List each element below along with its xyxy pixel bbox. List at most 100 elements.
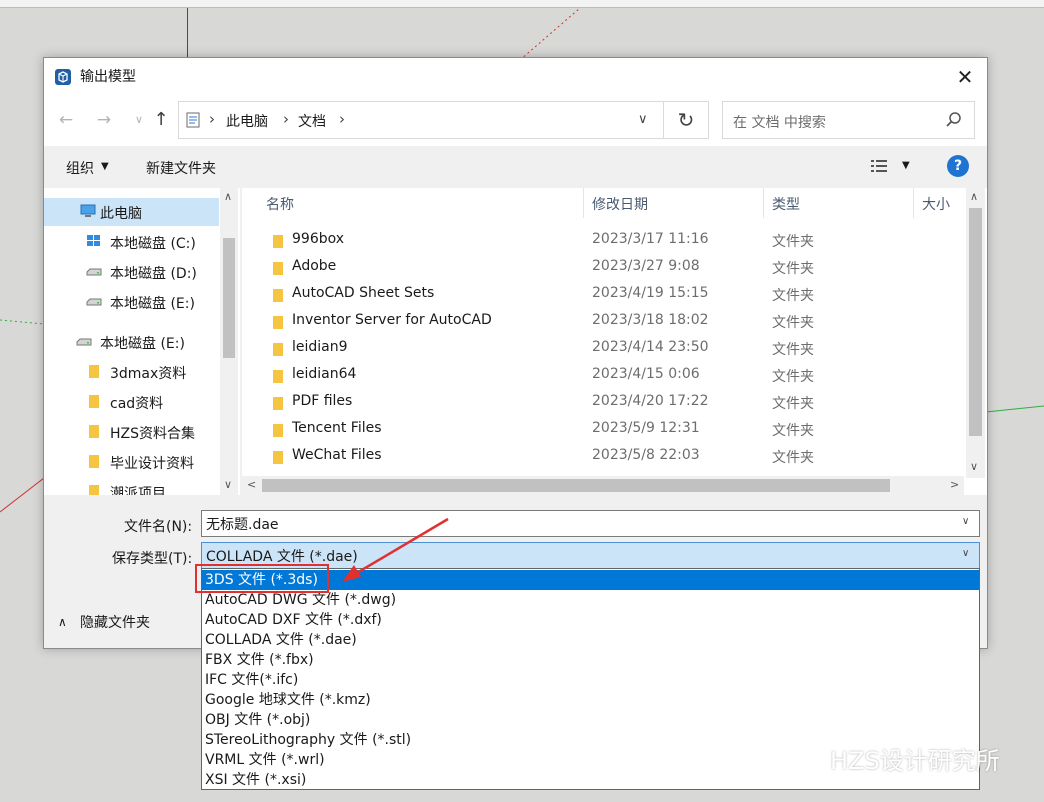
scroll-thumb[interactable] (223, 238, 235, 358)
file-date: 2023/5/9 12:31 (592, 420, 700, 436)
column-header-type[interactable]: 类型 (772, 194, 800, 214)
file-type: 文件夹 (772, 396, 814, 412)
nav-item-label: 本地磁盘 (E:) (110, 296, 195, 312)
nav-item-folder[interactable]: cad资料 (44, 388, 219, 416)
file-row[interactable]: Adobe 2023/3/27 9:08 文件夹 (242, 255, 962, 282)
new-folder-button[interactable]: 新建文件夹 (146, 158, 216, 178)
file-name: WeChat Files (292, 447, 382, 463)
filename-label: 文件名(N): (124, 519, 193, 535)
scroll-thumb[interactable] (969, 208, 982, 436)
red-axis-line (0, 477, 44, 513)
file-row[interactable]: Tencent Files 2023/5/9 12:31 文件夹 (242, 417, 962, 444)
file-date: 2023/4/19 15:15 (592, 285, 709, 301)
app-top-bar (0, 0, 1044, 8)
up-button[interactable]: ↑ (151, 110, 171, 130)
file-row[interactable]: AutoCAD Sheet Sets 2023/4/19 15:15 文件夹 (242, 282, 962, 309)
nav-item-drive-e[interactable]: 本地磁盘 (E:) (44, 288, 219, 316)
file-row[interactable]: leidian64 2023/4/15 0:06 文件夹 (242, 363, 962, 390)
sort-caret-icon: ^ (416, 188, 424, 193)
savetype-label: 保存类型(T): (112, 551, 193, 567)
close-button[interactable]: ✕ (949, 62, 981, 92)
file-name: AutoCAD Sheet Sets (292, 285, 435, 301)
hide-folders-button[interactable]: 隐藏文件夹 (80, 612, 150, 632)
refresh-button[interactable]: ↻ (664, 101, 709, 139)
chevron-down-icon[interactable]: ∨ (962, 516, 969, 527)
scroll-down-icon[interactable]: ∨ (970, 460, 978, 473)
file-row[interactable]: Inventor Server for AutoCAD 2023/3/18 18… (242, 309, 962, 336)
file-type: 文件夹 (772, 261, 814, 277)
option-ifc[interactable]: IFC 文件(*.ifc) (202, 670, 979, 690)
file-row[interactable]: leidian9 2023/4/14 23:50 文件夹 (242, 336, 962, 363)
navigation-bar: ← → ∨ ↑ › 此电脑 › 文档 › ∨ ↻ 在 文档 中搜索 (44, 94, 987, 146)
file-name: Inventor Server for AutoCAD (292, 312, 492, 328)
file-row[interactable]: WeChat Files 2023/5/8 22:03 文件夹 (242, 444, 962, 471)
breadcrumb-this-pc[interactable]: 此电脑 (226, 111, 268, 131)
file-date: 2023/3/17 11:16 (592, 231, 709, 247)
address-bar[interactable]: › 此电脑 › 文档 › ∨ (178, 101, 664, 139)
scroll-up-icon[interactable]: ∧ (970, 190, 978, 203)
column-divider[interactable] (913, 188, 914, 218)
folder-icon (273, 424, 283, 437)
file-name: Tencent Files (292, 420, 382, 436)
file-type: 文件夹 (772, 234, 814, 250)
scroll-thumb[interactable] (262, 479, 890, 492)
annotation-highlight-box (195, 564, 329, 593)
column-header-date[interactable]: 修改日期 (592, 194, 648, 214)
command-toolbar: 组织 ▼ 新建文件夹 ▼ ? (44, 146, 987, 188)
option-fbx[interactable]: FBX 文件 (*.fbx) (202, 650, 979, 670)
scroll-right-icon[interactable]: > (950, 478, 959, 491)
nav-item-label: 3dmax资料 (110, 366, 187, 382)
scroll-down-icon[interactable]: ∨ (224, 478, 232, 491)
option-obj[interactable]: OBJ 文件 (*.obj) (202, 710, 979, 730)
red-axis-dotted-line (520, 8, 580, 60)
option-kmz[interactable]: Google 地球文件 (*.kmz) (202, 690, 979, 710)
filename-field[interactable]: 无标题.dae ∨ (201, 510, 980, 537)
option-dwg[interactable]: AutoCAD DWG 文件 (*.dwg) (202, 590, 979, 610)
nav-item-folder[interactable]: 潮派项目 (44, 478, 219, 495)
option-dxf[interactable]: AutoCAD DXF 文件 (*.dxf) (202, 610, 979, 630)
forward-button[interactable]: → (94, 110, 114, 130)
scroll-left-icon[interactable]: < (247, 478, 256, 491)
breadcrumb-separator-icon: › (339, 110, 345, 128)
column-header-name[interactable]: 名称 (266, 194, 294, 214)
help-icon[interactable]: ? (947, 155, 969, 177)
search-input[interactable]: 在 文档 中搜索 (722, 101, 975, 139)
column-header-size[interactable]: 大小 (922, 194, 950, 214)
nav-item-drive-c[interactable]: 本地磁盘 (C:) (44, 228, 219, 256)
nav-item-folder[interactable]: 毕业设计资料 (44, 448, 219, 476)
option-dae[interactable]: COLLADA 文件 (*.dae) (202, 630, 979, 650)
file-list-horizontal-scrollbar[interactable]: < > (242, 476, 964, 495)
chevron-down-icon[interactable]: ∨ (638, 112, 648, 127)
nav-item-drive-e-root[interactable]: 本地磁盘 (E:) (44, 328, 219, 356)
file-name: PDF files (292, 393, 353, 409)
recent-locations-button[interactable]: ∨ (129, 110, 149, 130)
file-row[interactable]: PDF files 2023/4/20 17:22 文件夹 (242, 390, 962, 417)
file-list-vertical-scrollbar[interactable]: ∧ ∨ (966, 188, 985, 478)
windows-drive-icon (87, 235, 100, 246)
file-date: 2023/4/20 17:22 (592, 393, 709, 409)
column-divider[interactable] (583, 188, 584, 218)
chevron-down-icon[interactable]: ∨ (962, 548, 969, 559)
nav-item-this-pc[interactable]: 此电脑 (44, 198, 219, 226)
nav-item-drive-d[interactable]: 本地磁盘 (D:) (44, 258, 219, 286)
file-row[interactable]: 996box 2023/3/17 11:16 文件夹 (242, 228, 962, 255)
refresh-icon: ↻ (677, 108, 695, 132)
organize-button[interactable]: 组织 (66, 158, 94, 178)
nav-scrollbar[interactable]: ∧ ∨ (220, 188, 238, 495)
search-placeholder: 在 文档 中搜索 (733, 115, 826, 131)
nav-item-folder[interactable]: HZS资料合集 (44, 418, 219, 446)
nav-item-label: 潮派项目 (110, 486, 166, 495)
folder-icon (89, 365, 99, 378)
dialog-title: 输出模型 (80, 69, 136, 85)
nav-item-label: HZS资料合集 (110, 426, 196, 442)
view-details-icon[interactable] (870, 158, 888, 174)
chevron-up-icon[interactable]: ∧ (58, 615, 67, 629)
breadcrumb-documents[interactable]: 文档 (298, 111, 326, 131)
scroll-up-icon[interactable]: ∧ (224, 190, 232, 203)
column-divider[interactable] (763, 188, 764, 218)
back-button[interactable]: ← (56, 110, 76, 130)
caret-down-icon[interactable]: ▼ (902, 160, 910, 171)
nav-item-folder[interactable]: 3dmax资料 (44, 358, 219, 386)
drive-icon (86, 268, 102, 276)
folder-icon (273, 235, 283, 248)
